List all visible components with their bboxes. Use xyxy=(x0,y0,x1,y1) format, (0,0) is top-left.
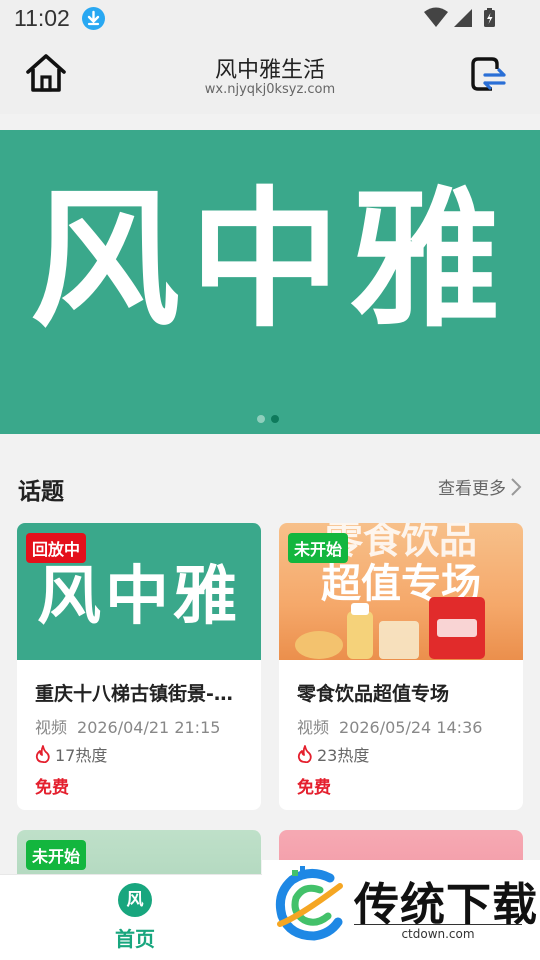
home-logo-icon: 风 xyxy=(118,883,152,917)
status-bar: 11:02 xyxy=(0,0,540,38)
card-price: 免费 xyxy=(35,778,69,798)
card-image: 零食饮品 超值专场 未开始 xyxy=(279,523,523,660)
card-type: 视频 xyxy=(297,718,330,737)
flame-icon xyxy=(35,745,50,763)
section-title: 话题 xyxy=(18,479,64,505)
app-header: 风中雅生活 wx.njyqkj0ksyz.com xyxy=(0,38,540,114)
card-heat: 23热度 xyxy=(297,742,369,766)
card-meta: 视频 2026/04/21 21:15 xyxy=(35,714,220,738)
watermark-logo-icon xyxy=(275,866,343,941)
main-content[interactable]: 风中雅 话题 查看更多 风中雅 回放中 重庆十八梯古镇街景-… 视频 2026/0… xyxy=(0,114,540,874)
carousel-dot-active[interactable] xyxy=(271,415,279,423)
card-title: 重庆十八梯古镇街景-… xyxy=(35,683,233,705)
nav-home-label: 首页 xyxy=(115,927,155,951)
card-title: 零食饮品超值专场 xyxy=(297,683,450,705)
switch-button[interactable] xyxy=(470,55,508,93)
page-title: 风中雅生活 xyxy=(214,58,325,83)
card-type: 视频 xyxy=(35,718,68,737)
page-domain: wx.njyqkj0ksyz.com xyxy=(204,82,336,97)
watermark: 传统下载 ctdown.com xyxy=(262,860,540,960)
banner-carousel[interactable]: 风中雅 xyxy=(0,130,540,434)
battery-icon xyxy=(484,8,495,27)
switch-icon xyxy=(471,57,506,91)
view-more-label: 查看更多 xyxy=(438,479,506,499)
card-heat-label: 17热度 xyxy=(55,746,108,765)
card-image: 未开始 xyxy=(17,830,261,874)
card-meta: 视频 2026/05/24 14:36 xyxy=(297,714,482,738)
signal-icon xyxy=(454,9,472,27)
card-price: 免费 xyxy=(297,778,331,798)
watermark-sub: ctdown.com xyxy=(354,924,522,941)
view-more-link[interactable]: 查看更多 xyxy=(438,474,522,499)
nav-home[interactable]: 风 首页 xyxy=(100,883,170,952)
status-badge: 未开始 xyxy=(26,840,87,870)
topic-card[interactable]: 风中雅 回放中 重庆十八梯古镇街景-… 视频 2026/04/21 21:15 1… xyxy=(17,523,261,810)
status-icons xyxy=(424,7,504,29)
card-image-text: 风中雅 xyxy=(37,560,241,634)
status-badge: 未开始 xyxy=(288,533,349,563)
card-heat-label: 23热度 xyxy=(317,746,370,765)
card-heat: 17热度 xyxy=(35,742,107,766)
carousel-indicator xyxy=(257,408,285,427)
card-datetime: 2026/04/21 21:15 xyxy=(77,718,221,737)
download-icon xyxy=(82,7,105,30)
topic-card[interactable]: 零食饮品 超值专场 未开始 零食饮品超值专场 视频 2026/05/24 14:3… xyxy=(279,523,523,810)
card-image: 风中雅 回放中 xyxy=(17,523,261,660)
carousel-dot[interactable] xyxy=(257,415,265,423)
flame-icon xyxy=(297,745,312,763)
status-time: 11:02 xyxy=(14,5,70,31)
topic-card[interactable]: 未开始 xyxy=(17,830,261,874)
wifi-icon xyxy=(424,7,448,27)
status-badge: 回放中 xyxy=(26,533,87,563)
chevron-right-icon xyxy=(511,477,522,496)
card-datetime: 2026/05/24 14:36 xyxy=(339,718,483,737)
banner-text: 风中雅 xyxy=(29,174,510,348)
